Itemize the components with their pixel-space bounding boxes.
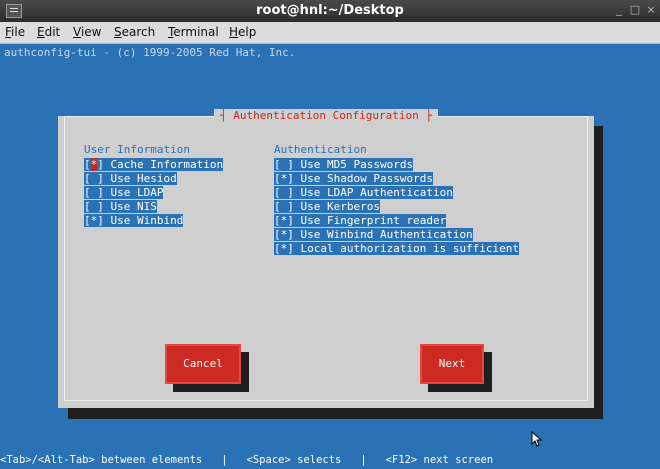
cancel-button-label: Cancel [183,357,223,370]
checkbox-bracket: ] [287,158,294,171]
authentication-heading: Authentication [274,143,367,156]
checkbox-label: Local authorization is sufficient [293,242,520,255]
checkbox-bracket: [ [84,186,91,199]
auth-config-dialog: ┤ Authentication Configuration ├ User In… [58,109,594,408]
menu-search[interactable]: Search [114,25,155,39]
checkbox-label: Use Winbind Authentication [293,228,473,241]
checkbox-bracket: ] [97,186,104,199]
menu-label: Terminal [168,25,219,39]
checkbox-bracket: ] [287,186,294,199]
checkbox-bracket: ] [97,200,104,213]
auth-checkbox-row[interactable]: [*] Use Fingerprint reader [274,214,447,227]
user-info-heading: User Information [84,143,190,156]
dialog-title-text: Authentication Configuration [233,109,419,122]
menu-label: View [73,25,102,39]
user-info-checkbox-row[interactable]: [ ] Use Hesiod [84,172,177,185]
checkbox-bracket: [ [274,228,281,241]
checkbox-bracket: [ [84,158,91,171]
user-info-checkbox-row[interactable]: [*] Cache Information [84,158,224,171]
title-bar[interactable]: root@hnl:~/Desktop _ □ × [0,0,660,22]
auth-checkbox-row[interactable]: [*] Use Shadow Passwords [274,172,433,185]
menu-terminal[interactable]: Terminal [168,25,219,39]
next-button-label: Next [438,357,466,370]
checkbox-label: Use MD5 Passwords [293,158,414,171]
header-line: authconfig-tui - (c) 1999-2005 Red Hat, … [4,46,296,59]
menu-label: Edit [37,25,61,39]
mouse-pointer-icon [531,431,543,447]
checkbox-bracket: [ [84,200,91,213]
checkbox-bracket: ] [287,172,294,185]
terminal-area[interactable]: authconfig-tui - (c) 1999-2005 Red Hat, … [0,44,660,469]
checkbox-label: Use Shadow Passwords [293,172,433,185]
maximize-button[interactable]: □ [628,3,642,17]
menu-bar: File Edit View Search Terminal Help [0,22,660,44]
menu-view[interactable]: View [73,25,101,39]
checkbox-bracket: ] [287,228,294,241]
checkbox-label: Use Kerberos [293,200,380,213]
user-info-checkbox-row[interactable]: [ ] Use NIS [84,200,157,213]
user-info-checkbox-row[interactable]: [ ] Use LDAP [84,186,164,199]
checkbox-bracket: ] [287,214,294,227]
menu-label: File [5,25,26,39]
cancel-button[interactable]: Cancel [165,344,241,384]
checkbox-label: Use Hesiod [103,172,177,185]
checkbox-label: Use Winbind [103,214,184,227]
checkbox-label: Use Fingerprint reader [293,214,447,227]
user-info-checkbox-row[interactable]: [*] Use Winbind [84,214,184,227]
checkbox-bracket: [ [274,200,281,213]
window-title: root@hnl:~/Desktop [256,3,404,18]
close-button[interactable]: × [644,3,658,17]
next-button[interactable]: Next [420,344,484,384]
checkbox-label: Use LDAP [103,186,164,199]
auth-checkbox-row[interactable]: [*] Local authorization is sufficient [274,242,520,255]
checkbox-bracket: [ [274,186,281,199]
menu-label: Help [229,25,257,39]
auth-checkbox-row[interactable]: [*] Use Winbind Authentication [274,228,473,241]
checkbox-label: Cache Information [103,158,224,171]
checkbox-bracket: [ [274,172,281,185]
minimize-button[interactable]: _ [612,3,626,17]
checkbox-label: Use NIS [103,200,157,213]
menu-edit[interactable]: Edit [37,25,60,39]
checkbox-bracket: ] [287,242,294,255]
terminal-window: root@hnl:~/Desktop _ □ × File Edit View … [0,0,660,469]
checkbox-bracket: ] [97,172,104,185]
menu-file[interactable]: File [5,25,25,39]
checkbox-bracket: [ [274,242,281,255]
dialog-title: ┤ Authentication Configuration ├ [58,109,594,122]
checkbox-bracket: [ [84,172,91,185]
checkbox-label: Use LDAP Authentication [293,186,453,199]
auth-checkbox-row[interactable]: [ ] Use LDAP Authentication [274,186,453,199]
checkbox-bracket: [ [274,214,281,227]
checkbox-bracket: [ [274,158,281,171]
checkbox-bracket: ] [287,200,294,213]
auth-checkbox-row[interactable]: [ ] Use MD5 Passwords [274,158,414,171]
checkbox-bracket: ] [97,214,104,227]
checkbox-bracket: ] [97,158,104,171]
auth-checkbox-row[interactable]: [ ] Use Kerberos [274,200,380,213]
menu-label: Search [114,25,156,39]
status-line: <Tab>/<Alt-Tab> between elements | <Spac… [0,454,494,466]
menu-help[interactable]: Help [229,25,256,39]
checkbox-bracket: [ [84,214,91,227]
